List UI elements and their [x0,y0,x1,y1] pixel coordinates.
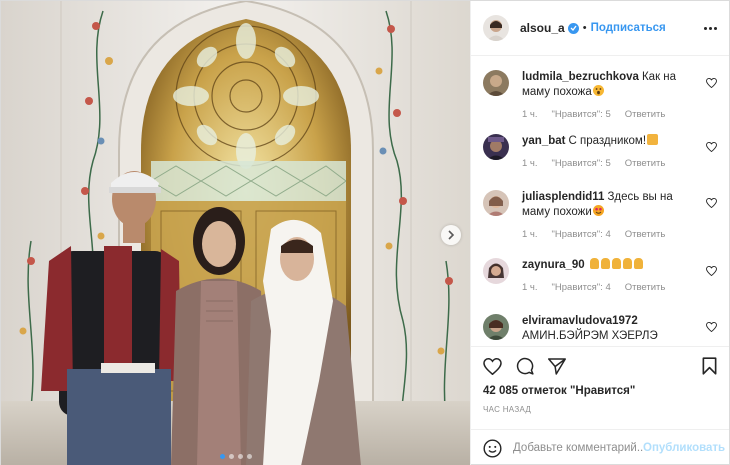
commenter-avatar[interactable] [483,314,509,341]
carousel-dot [246,454,252,459]
astonished-face-icon [592,85,604,97]
comment-reply-button[interactable]: Ответить [625,158,666,169]
more-horizontal-icon[interactable] [704,26,717,30]
commenter-avatar[interactable] [483,134,509,161]
heart-icon[interactable] [706,322,717,333]
post-side-panel: alsou_a • Подписаться ludmila_bezruchkov… [470,1,729,465]
heart-icon[interactable] [706,198,717,209]
verified-badge-icon [567,22,579,34]
comment-text: АМИН.БЭЙРЭМ ХЭЕРЛЭ [522,330,658,343]
comment-time: 1 ч. [522,109,538,121]
bookmark-icon [702,357,717,375]
instagram-post: alsou_a • Подписаться ludmila_bezruchkov… [0,0,730,465]
likes-count[interactable]: 42 085 отметок "Нравится" [471,385,729,401]
carousel-dot [219,454,225,459]
heart-icon[interactable] [706,142,717,153]
comment-reply-button[interactable]: Ответить [625,282,666,293]
publish-button[interactable]: Опубликовать [643,442,725,454]
comment-time: 1 ч. [522,282,538,294]
post-username[interactable]: alsou_a [520,21,565,35]
commenter-avatar[interactable] [483,190,509,217]
smile-icon [483,439,502,458]
comment-item: juliasplendid11 Здесь вы на маму похожи 1… [483,190,717,258]
heart-icon[interactable] [706,78,717,89]
folded-hands-icon [589,258,643,270]
comment-icon [516,357,534,375]
post-header: alsou_a • Подписаться [471,1,729,57]
post-photo[interactable] [1,1,470,465]
comment-item: ludmila_bezruchkova Как на маму похожа 1 … [483,70,717,134]
chevron-right-icon [448,230,455,240]
carousel-dot [237,454,243,459]
heart-icon[interactable] [706,266,717,277]
mosque-family-photo [1,1,470,465]
comment-button[interactable] [516,357,534,375]
add-comment-bar: Опубликовать [471,429,729,465]
comment-item: elviramavludova1972 АМИН.БЭЙРЭМ ХЭЕРЛЭ [483,314,717,346]
hands-raised-icon [647,134,659,146]
comment-username[interactable]: ludmila_bezruchkova [522,71,639,83]
profile-avatar[interactable] [483,15,509,42]
heart-icon [483,357,502,375]
paper-plane-icon [548,357,566,375]
carousel-dots [219,454,252,459]
comment-username[interactable]: juliasplendid11 [522,191,604,203]
comment-item: yan_bat С праздником! 1 ч. "Нравится": 5 … [483,134,717,190]
comment-reply-button[interactable]: Ответить [625,109,666,120]
comment-likes[interactable]: "Нравится": 5 [552,158,611,169]
comment-username[interactable]: zaynura_90 [522,259,585,271]
comment-likes[interactable]: "Нравится": 5 [552,109,611,120]
like-button[interactable] [483,357,502,375]
commenter-avatar[interactable] [483,70,509,97]
post-actions [471,346,729,385]
commenter-avatar[interactable] [483,258,509,285]
comment-input[interactable] [513,442,643,455]
comment-time: 1 ч. [522,229,538,241]
follow-button[interactable]: Подписаться [591,22,666,34]
save-button[interactable] [702,357,717,375]
carousel-dot [228,454,234,459]
post-timestamp: ЧАС НАЗАД [483,405,532,415]
comment-item: zaynura_90 1 ч. "Нравится": 4 Ответить [483,258,717,314]
comment-likes[interactable]: "Нравится": 4 [552,229,611,240]
comment-username[interactable]: elviramavludova1972 [522,315,638,327]
share-button[interactable] [548,357,566,375]
emoji-picker-button[interactable] [483,439,502,458]
comment-reply-button[interactable]: Ответить [625,229,666,240]
comment-likes[interactable]: "Нравится": 4 [552,282,611,293]
heart-eyes-face-icon [592,205,604,217]
comment-time: 1 ч. [522,158,538,170]
comments-list: ludmila_bezruchkova Как на маму похожа 1 … [471,56,729,346]
comment-text: С праздником! [568,135,647,148]
comment-username[interactable]: yan_bat [522,135,565,147]
carousel-next-button[interactable] [441,225,461,245]
avatar-image [483,15,509,42]
header-separator: • [582,22,587,35]
